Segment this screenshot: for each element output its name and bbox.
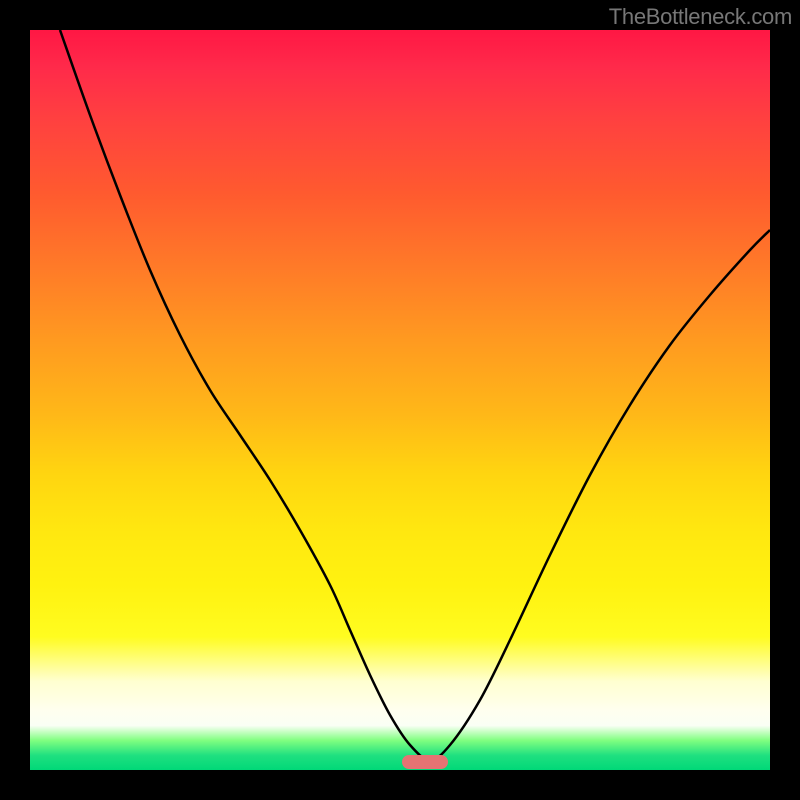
plot-area: [30, 30, 770, 770]
chart-container: TheBottleneck.com: [0, 0, 800, 800]
watermark-text: TheBottleneck.com: [609, 4, 792, 30]
bottleneck-curve: [30, 30, 770, 770]
sweet-spot-marker: [402, 755, 448, 769]
